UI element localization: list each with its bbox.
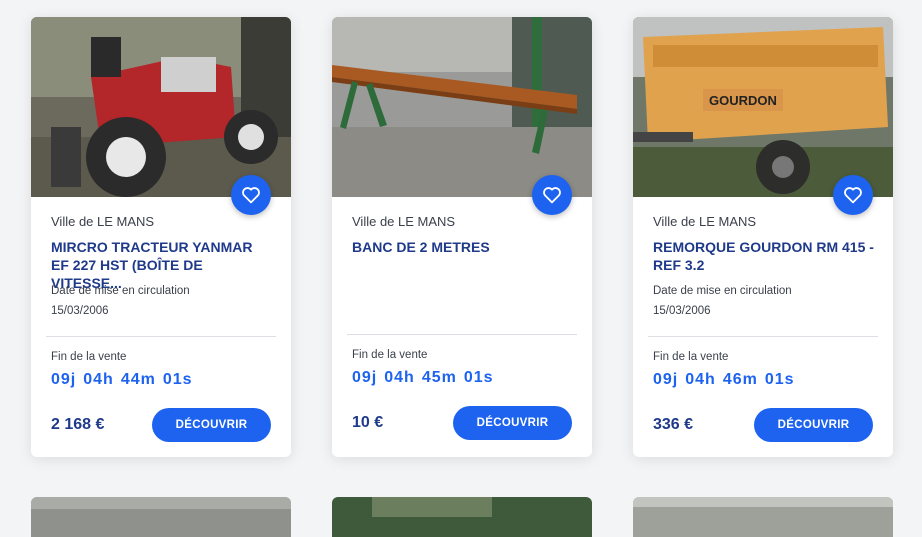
favorite-button[interactable]	[231, 175, 271, 215]
discover-button[interactable]: DÉCOUVRIR	[453, 406, 572, 440]
listing-city: Ville de LE MANS	[653, 214, 757, 229]
listing-image-partial	[31, 497, 291, 537]
listing-price: 2 168 €	[51, 416, 105, 433]
discover-button[interactable]: DÉCOUVRIR	[152, 408, 271, 442]
listing-card-partial[interactable]	[31, 497, 291, 537]
listing-card[interactable]: Ville de LE MANS BANC DE 2 METRES Fin de…	[332, 17, 592, 457]
heart-outline-icon	[543, 187, 561, 204]
date-label: Date de mise en circulation	[51, 285, 190, 297]
listing-card[interactable]: Ville de LE MANS MIRCRO TRACTEUR YANMAR …	[31, 17, 291, 457]
end-label: Fin de la vente	[51, 351, 127, 363]
listing-price: 336 €	[653, 416, 694, 433]
end-label: Fin de la vente	[352, 349, 428, 361]
trailer-brand-text: GOURDON	[709, 93, 777, 108]
listing-title[interactable]: REMORQUE GOURDON RM 415 - REF 3.2	[653, 238, 875, 274]
date-value: 15/03/2006	[51, 305, 109, 317]
date-label: Date de mise en circulation	[653, 285, 792, 297]
favorite-button[interactable]	[833, 175, 873, 215]
countdown: 09j 04h 46m 01s	[653, 371, 802, 389]
countdown: 09j 04h 45m 01s	[352, 369, 501, 387]
countdown-hours: 04h	[685, 371, 716, 388]
countdown-days: 09j	[352, 369, 378, 386]
countdown-days: 09j	[51, 371, 77, 388]
countdown-hours: 04h	[83, 371, 114, 388]
listing-image-tractor[interactable]	[31, 17, 291, 197]
listing-card-partial[interactable]	[332, 497, 592, 537]
listing-city: Ville de LE MANS	[51, 214, 155, 229]
divider	[46, 336, 276, 337]
countdown-hours: 04h	[384, 369, 415, 386]
listing-image-partial	[332, 497, 592, 537]
listing-city: Ville de LE MANS	[352, 214, 456, 229]
listing-image-bench[interactable]	[332, 17, 592, 197]
listing-card-partial[interactable]	[633, 497, 893, 537]
date-value: 15/03/2006	[653, 305, 711, 317]
heart-outline-icon	[242, 187, 260, 204]
listing-title[interactable]: MIRCRO TRACTEUR YANMAR EF 227 HST (boîte…	[51, 238, 273, 292]
countdown-minutes: 46m	[722, 371, 758, 388]
listing-card[interactable]: GOURDON Ville de LE MANS REMORQUE GOURDO…	[633, 17, 893, 457]
divider	[347, 334, 577, 335]
listing-title[interactable]: BANC DE 2 METRES	[352, 238, 574, 256]
listing-image-trailer[interactable]: GOURDON	[633, 17, 893, 197]
listing-price: 10 €	[352, 414, 384, 431]
discover-button[interactable]: DÉCOUVRIR	[754, 408, 873, 442]
countdown-minutes: 45m	[421, 369, 457, 386]
countdown-days: 09j	[653, 371, 679, 388]
favorite-button[interactable]	[532, 175, 572, 215]
countdown-seconds: 01s	[463, 369, 494, 386]
countdown-minutes: 44m	[120, 371, 156, 388]
countdown-seconds: 01s	[162, 371, 193, 388]
divider	[648, 336, 878, 337]
end-label: Fin de la vente	[653, 351, 729, 363]
countdown-seconds: 01s	[764, 371, 795, 388]
heart-outline-icon	[844, 187, 862, 204]
listing-image-partial	[633, 497, 893, 537]
countdown: 09j 04h 44m 01s	[51, 371, 200, 389]
